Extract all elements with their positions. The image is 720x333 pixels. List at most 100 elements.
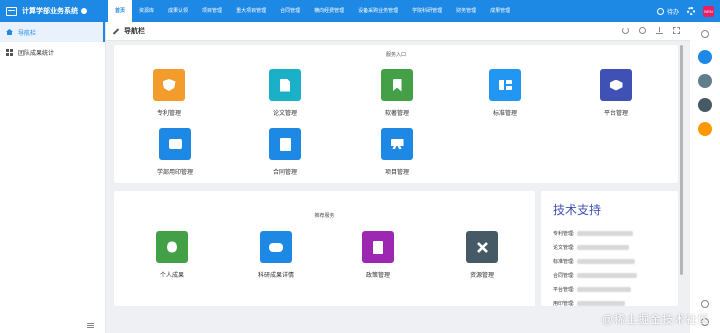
support-row: 用印管理: bbox=[553, 296, 666, 310]
redacted-contact bbox=[577, 272, 638, 278]
tile-personal-results[interactable]: 个人成果 bbox=[137, 231, 207, 279]
nav-item-home[interactable]: 首页 bbox=[108, 0, 133, 22]
support-label: 标准管理: bbox=[553, 258, 575, 265]
support-label: 平台管理: bbox=[553, 286, 575, 293]
support-label: 论文管理: bbox=[553, 244, 575, 251]
tile-icon-box bbox=[362, 231, 394, 263]
avatar[interactable]: BRN bbox=[703, 5, 714, 17]
tile-standard[interactable]: 标准管理 bbox=[470, 69, 540, 117]
tile-platform[interactable]: 平台管理 bbox=[581, 69, 651, 117]
folder-icon bbox=[6, 6, 17, 16]
refresh-icon[interactable] bbox=[622, 27, 629, 34]
sidebar-item-team-stats[interactable]: 团队成果统计 bbox=[0, 42, 105, 62]
page-title: 导航栏 bbox=[124, 28, 145, 35]
fullscreen-icon[interactable] bbox=[673, 27, 680, 34]
section-title: 推荐服务 bbox=[314, 213, 335, 219]
tile-label: 软著管理 bbox=[384, 111, 409, 117]
tile-icon-box bbox=[466, 231, 498, 263]
tile-icon-box bbox=[156, 231, 188, 263]
recommended-services-card: 推荐服务 个人成果 科研成果详情 政策管理 资源管理 bbox=[114, 191, 535, 306]
nav-item-procurement[interactable]: 设备采购业务管理 bbox=[351, 0, 405, 22]
contract-icon bbox=[279, 137, 291, 151]
tile-label: 标准管理 bbox=[492, 111, 517, 117]
document-icon bbox=[280, 78, 290, 92]
apps-icon[interactable] bbox=[698, 122, 712, 136]
nav-item-contracts[interactable]: 合同管理 bbox=[273, 0, 307, 22]
tile-patent[interactable]: 专利管理 bbox=[134, 69, 204, 117]
tile-contract[interactable]: 合同管理 bbox=[250, 128, 320, 176]
page-header: 导航栏 bbox=[106, 22, 690, 41]
table-icon bbox=[498, 80, 512, 90]
gear-icon[interactable] bbox=[687, 7, 695, 15]
tile-software-copyright[interactable]: 软著管理 bbox=[362, 69, 432, 117]
tile-icon-box bbox=[159, 128, 191, 160]
tool-icon bbox=[112, 28, 119, 35]
search-icon[interactable] bbox=[701, 30, 709, 38]
tile-icon-box bbox=[153, 69, 185, 101]
tile-paper[interactable]: 论文管理 bbox=[250, 69, 320, 117]
support-row: 专利管理: bbox=[553, 226, 666, 240]
service-entry-card: 服务入口 专利管理 论文管理 软著管理 标准管理 平台管理 学部用印管理 合同管… bbox=[114, 45, 678, 183]
section-title: 服务入口 bbox=[385, 52, 406, 58]
top-right-tools: 待办 BRN bbox=[656, 0, 714, 22]
bell-icon[interactable] bbox=[698, 98, 712, 112]
tile-label: 专利管理 bbox=[156, 111, 181, 117]
tile-resources[interactable]: 资源管理 bbox=[447, 231, 517, 279]
todo-button[interactable]: 待办 bbox=[656, 7, 679, 16]
redacted-contact bbox=[577, 258, 636, 264]
tile-icon-box bbox=[381, 128, 413, 160]
tile-label: 合同管理 bbox=[272, 170, 297, 176]
content-scrollbar[interactable] bbox=[680, 45, 683, 307]
right-rail bbox=[690, 22, 720, 333]
tile-icon-box bbox=[600, 69, 632, 101]
sidebar-item-navigation[interactable]: 导航栏 bbox=[0, 22, 105, 42]
tile-icon-box bbox=[260, 231, 292, 263]
nav-item-claims[interactable]: 成果认领 bbox=[161, 0, 195, 22]
info-icon[interactable] bbox=[81, 8, 87, 14]
tile-policy[interactable]: 政策管理 bbox=[343, 231, 413, 279]
watermark: @稀土掘金技术社区 bbox=[601, 314, 710, 326]
compass-icon[interactable] bbox=[698, 50, 712, 64]
support-row: 平台管理: bbox=[553, 282, 666, 296]
app-title: 计算学部业务系统 bbox=[22, 8, 78, 15]
support-label: 专利管理: bbox=[553, 230, 575, 237]
tile-research-details[interactable]: 科研成果详情 bbox=[241, 231, 311, 279]
support-row: 合同管理: bbox=[553, 268, 666, 282]
support-row: 标准管理: bbox=[553, 254, 666, 268]
sidebar-item-label: 导航栏 bbox=[18, 30, 37, 37]
avatar[interactable] bbox=[698, 74, 712, 88]
tile-project[interactable]: 项目管理 bbox=[362, 128, 432, 176]
tech-support-card: 技术支持 专利管理: 论文管理: 标准管理: 合同管理: 平台管理: 用印管理: bbox=[541, 191, 678, 307]
nav-item-resources[interactable]: 资源库 bbox=[132, 0, 161, 22]
sidebar-item-label: 团队成果统计 bbox=[18, 50, 55, 57]
book-icon bbox=[373, 240, 383, 254]
person-icon bbox=[167, 241, 177, 253]
app-logo[interactable]: 计算学部业务系统 bbox=[0, 0, 108, 22]
tile-seal[interactable]: 学部用印管理 bbox=[140, 128, 210, 176]
nav-item-funds[interactable]: 横向经费管理 bbox=[307, 0, 351, 22]
nav-item-finance[interactable]: 财务管理 bbox=[449, 0, 483, 22]
download-icon[interactable] bbox=[656, 27, 663, 34]
nav-item-achievements[interactable]: 成果管理 bbox=[483, 0, 517, 22]
tile-label: 资源管理 bbox=[469, 273, 494, 279]
nav-item-major-projects[interactable]: 重大项目管理 bbox=[229, 0, 273, 22]
tile-icon-box bbox=[269, 69, 301, 101]
tile-label: 个人成果 bbox=[159, 273, 184, 279]
nav-item-projects[interactable]: 项目管理 bbox=[195, 0, 229, 22]
redacted-contact bbox=[577, 230, 634, 236]
group-icon bbox=[269, 242, 283, 252]
tile-label: 学部用印管理 bbox=[156, 170, 193, 176]
tile-icon-box bbox=[489, 69, 521, 101]
search-icon[interactable] bbox=[639, 27, 646, 34]
support-title: 技术支持 bbox=[553, 203, 602, 217]
menu-collapse-icon[interactable] bbox=[87, 323, 94, 328]
redacted-contact bbox=[577, 300, 626, 306]
help-icon[interactable] bbox=[701, 300, 709, 308]
redacted-contact bbox=[577, 244, 630, 250]
tile-label: 科研成果详情 bbox=[257, 273, 294, 279]
bookmark-icon bbox=[392, 78, 402, 92]
nav-item-college-research[interactable]: 学院科研管理 bbox=[405, 0, 449, 22]
tile-label: 项目管理 bbox=[384, 170, 409, 176]
scroll-thumb[interactable] bbox=[680, 45, 683, 275]
grid-icon bbox=[6, 48, 13, 56]
